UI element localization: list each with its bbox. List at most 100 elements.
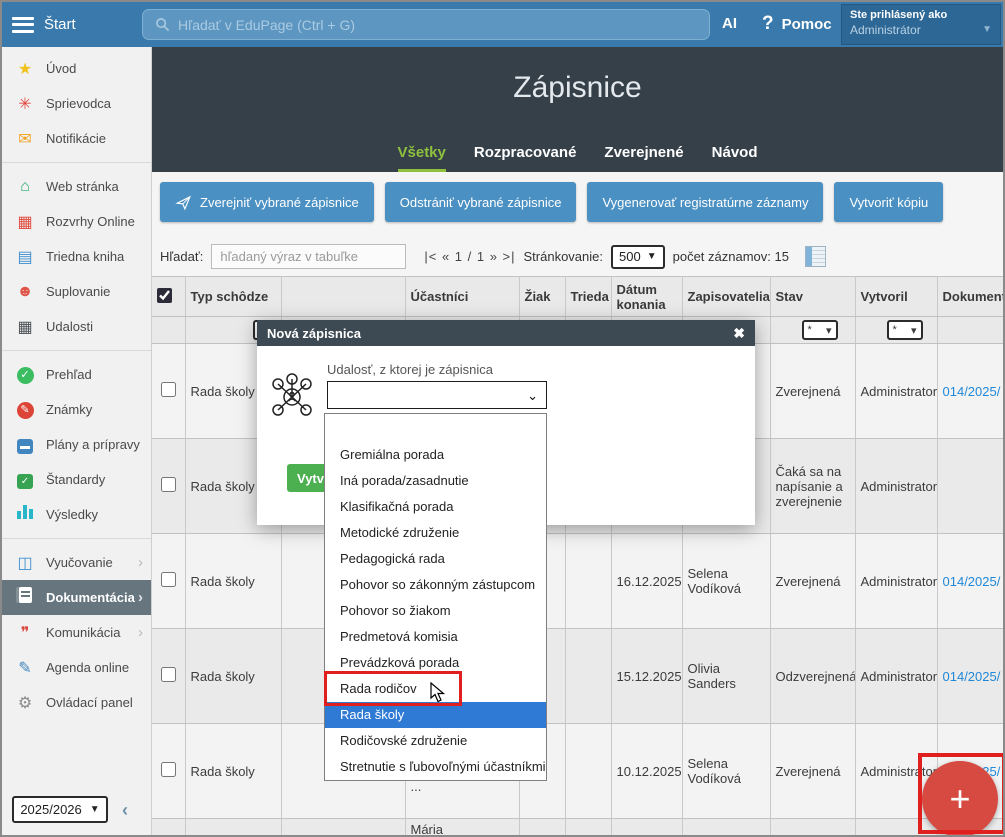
- option-rada-skoly[interactable]: Rada školy: [325, 702, 546, 728]
- col-stav: Stav: [770, 277, 855, 317]
- row-checkbox[interactable]: [161, 667, 176, 682]
- sidebar-item-standardy[interactable]: ✓ Štandardy: [2, 462, 151, 497]
- tab-vsetky[interactable]: Všetky: [398, 144, 446, 172]
- row-checkbox[interactable]: [161, 477, 176, 492]
- option-stretnutie-s-lubovolnymi[interactable]: Stretnutie s ľubovoľnými účastníkmi: [325, 754, 546, 780]
- sidebar-item-vyucovanie[interactable]: ◫ Vyučovanie ›: [2, 545, 151, 580]
- table-row-partial: Mária: [152, 819, 1003, 836]
- event-type-dropdown: Gremiálna porada Iná porada/zasadnutie K…: [324, 413, 547, 781]
- check-circle-icon: ✓: [14, 365, 36, 384]
- table-row: Rada školy 15.12.2025 Olivia Sanders Odz…: [152, 629, 1003, 724]
- sidebar-item-ovladaci-panel[interactable]: ⚙ Ovládací panel: [2, 685, 151, 720]
- tab-navod[interactable]: Návod: [712, 144, 758, 172]
- vytvoril-filter-select[interactable]: * ▾: [887, 320, 923, 340]
- sidebar-item-vysledky[interactable]: Výsledky: [2, 497, 151, 532]
- column-settings-icon[interactable]: [805, 246, 826, 267]
- sidebar-collapse-button[interactable]: ‹: [122, 800, 128, 821]
- chevron-right-icon: ›: [138, 589, 143, 606]
- sidebar-item-komunikacia[interactable]: ❞ Komunikácia ›: [2, 615, 151, 650]
- sidebar-item-agenda-online[interactable]: ✎ Agenda online: [2, 650, 151, 685]
- sidebar-item-uvod[interactable]: ★ Úvod: [2, 51, 151, 86]
- tab-zverejnene[interactable]: Zverejnené: [604, 144, 683, 172]
- sidebar-item-dokumentacia[interactable]: Dokumentácia ›: [2, 580, 151, 615]
- stav-filter-select[interactable]: * ▾: [802, 320, 838, 340]
- pagination-controls[interactable]: |< « 1 / 1 » >|: [424, 249, 515, 264]
- option-klasifikacna-porada[interactable]: Klasifikačná porada: [325, 494, 546, 520]
- modal-header: Nová zápisnica ✖: [257, 320, 755, 346]
- col-typ-schodze: Typ schôdze: [185, 277, 281, 317]
- global-search-placeholder: Hľadať v EduPage (Ctrl + G): [178, 17, 355, 33]
- add-record-fab[interactable]: +: [922, 761, 998, 837]
- school-year-select[interactable]: 2025/2026 ▼: [12, 796, 108, 823]
- document-icon: [14, 587, 36, 608]
- row-checkbox[interactable]: [161, 382, 176, 397]
- ai-button[interactable]: AI: [722, 15, 737, 32]
- pen-icon: ✎: [14, 658, 36, 678]
- table-search-input[interactable]: [211, 244, 406, 269]
- option-metodicke-zdruzenie[interactable]: Metodické združenie: [325, 520, 546, 546]
- hamburger-menu-icon[interactable]: [12, 17, 34, 33]
- option-predmetova-komisia[interactable]: Predmetová komisia: [325, 624, 546, 650]
- document-link[interactable]: 014/2025/: [943, 574, 1001, 589]
- row-checkbox[interactable]: [161, 762, 176, 777]
- username: Administrátor: [850, 23, 992, 37]
- bar-chart-icon: [14, 505, 36, 524]
- sidebar-item-rozvrhy-online[interactable]: ▦ Rozvrhy Online: [2, 204, 151, 239]
- modal-title: Nová zápisnica: [267, 326, 361, 341]
- sidebar-item-udalosti[interactable]: ▦ Udalosti: [2, 309, 151, 344]
- col-datum-konania: Dátum konania: [611, 277, 682, 317]
- sidebar-item-suplovanie[interactable]: ☻ Suplovanie: [2, 274, 151, 309]
- page-header: Zápisnice Všetky Rozpracované Zverejnené…: [152, 47, 1003, 172]
- option-rada-rodicov[interactable]: Rada rodičov: [325, 676, 546, 702]
- delete-selected-button[interactable]: Odstrániť vybrané zápisnice: [385, 182, 577, 222]
- option-pohovor-so-zakonnym-zastupcom[interactable]: Pohovor so zákonným zástupcom: [325, 572, 546, 598]
- option-pedagogicka-rada[interactable]: Pedagogická rada: [325, 546, 546, 572]
- select-all-checkbox[interactable]: [157, 288, 172, 303]
- row-checkbox[interactable]: [161, 572, 176, 587]
- sidebar-item-web-stranka[interactable]: ⌂ Web stránka: [2, 169, 151, 204]
- option-gremialna-porada[interactable]: Gremiálna porada: [325, 442, 546, 468]
- class-book-icon: ▤: [14, 247, 36, 267]
- global-search-input[interactable]: Hľadať v EduPage (Ctrl + G): [142, 9, 710, 40]
- option-prevadzkova-porada[interactable]: Prevádzková porada: [325, 650, 546, 676]
- create-copy-button[interactable]: Vytvoriť kópiu: [834, 182, 943, 222]
- sidebar-item-sprievodca[interactable]: ✳ Sprievodca: [2, 86, 151, 121]
- generate-registry-records-button[interactable]: Vygenerovať registratúrne záznamy: [587, 182, 823, 222]
- option-ina-porada[interactable]: Iná porada/zasadnutie: [325, 468, 546, 494]
- col-zapisovatelia: Zapisovatelia: [682, 277, 770, 317]
- col-dokument: Dokument: [937, 277, 1003, 317]
- table-controls: Hľadať: |< « 1 / 1 » >| Stránkovanie: 50…: [160, 244, 1003, 269]
- col-ucastnici: Účastníci: [405, 277, 519, 317]
- document-link[interactable]: 014/2025/: [943, 669, 1001, 684]
- event-type-select[interactable]: ⌄: [327, 381, 547, 409]
- chevron-down-icon: ▼: [982, 24, 992, 35]
- option-rodicovske-zdruzenie[interactable]: Rodičovské združenie: [325, 728, 546, 754]
- option-pohovor-so-ziakom[interactable]: Pohovor so žiakom: [325, 598, 546, 624]
- sidebar-item-notifikacie[interactable]: ✉ Notifikácie: [2, 121, 151, 156]
- question-mark-icon: ?: [762, 13, 774, 35]
- briefcase-icon: ▬: [14, 436, 36, 454]
- publish-selected-button[interactable]: Zverejniť vybrané zápisnice: [160, 182, 374, 222]
- help-button[interactable]: ? Pomoc: [762, 13, 832, 35]
- envelope-icon: ✉: [14, 129, 36, 149]
- sidebar-divider: [2, 350, 151, 351]
- tab-bar: Všetky Rozpracované Zverejnené Návod: [152, 144, 1003, 172]
- house-icon: ⌂: [14, 178, 36, 196]
- edupage-window: Štart Hľadať v EduPage (Ctrl + G) AI ? P…: [0, 0, 1005, 837]
- chat-bubbles-icon: ❞: [14, 623, 36, 643]
- col-extra: [281, 277, 405, 317]
- user-menu[interactable]: Ste prihlásený ako Administrátor ▼: [841, 4, 1001, 45]
- sidebar-item-znamky[interactable]: ✎ Známky: [2, 392, 151, 427]
- sidebar: ★ Úvod ✳ Sprievodca ✉ Notifikácie ⌂ Web …: [2, 47, 152, 835]
- sidebar-item-prehlad[interactable]: ✓ Prehľad: [2, 357, 151, 392]
- chevron-right-icon: ›: [138, 554, 143, 571]
- sidebar-item-triedna-kniha[interactable]: ▤ Triedna kniha: [2, 239, 151, 274]
- page-size-select[interactable]: 500 ▼: [611, 245, 665, 269]
- chevron-down-icon: ▾: [911, 324, 917, 337]
- close-icon[interactable]: ✖: [733, 325, 745, 342]
- document-link[interactable]: 014/2025/: [943, 384, 1001, 399]
- shield-check-icon: ✓: [14, 471, 36, 489]
- tab-rozpracovane[interactable]: Rozpracované: [474, 144, 577, 172]
- start-button[interactable]: Štart: [44, 16, 76, 33]
- sidebar-item-plany-a-pripravy[interactable]: ▬ Plány a prípravy: [2, 427, 151, 462]
